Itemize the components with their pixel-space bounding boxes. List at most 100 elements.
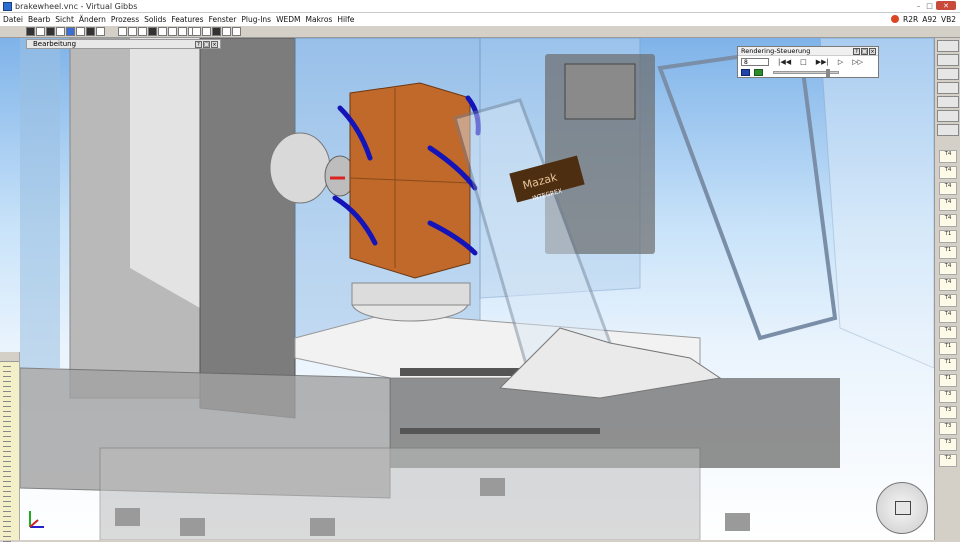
menu-wedm[interactable]: WEDM	[276, 15, 300, 24]
tool-palette-item[interactable]: T4	[939, 182, 957, 195]
3d-viewport[interactable]: Mazak INTEGREX	[0, 38, 934, 540]
palette-icon-3[interactable]	[937, 68, 959, 80]
ruler-tick	[3, 396, 11, 397]
palette-icon-1[interactable]	[937, 40, 959, 52]
render-panel-help-icon[interactable]: ?	[853, 48, 860, 55]
palette-icon-7[interactable]	[937, 124, 959, 136]
maximize-icon[interactable]: □	[925, 1, 934, 10]
tool-palette-item[interactable]: T1	[939, 230, 957, 243]
bearbeitung-restore-icon[interactable]: □	[203, 40, 210, 48]
play-button[interactable]: ▷	[838, 58, 843, 66]
view-top-icon[interactable]	[76, 27, 85, 36]
render-mode-icon[interactable]	[741, 69, 750, 76]
foot-2	[180, 518, 205, 536]
sim-settings-icon[interactable]	[232, 27, 241, 36]
menu-aendern[interactable]: Ändern	[79, 15, 106, 24]
window-controls: – □ ✕	[914, 1, 956, 10]
machine-scene: Mazak INTEGREX	[19, 38, 934, 540]
bearbeitung-bar[interactable]: Bearbeitung ? □ ×	[26, 39, 221, 49]
render-panel-title: Rendering-Steuerung	[741, 47, 811, 55]
tool-palette-item[interactable]: T3	[939, 390, 957, 403]
sim-step-icon[interactable]	[202, 27, 211, 36]
speed-slider[interactable]	[773, 69, 839, 77]
sim-play-icon[interactable]	[192, 27, 201, 36]
navigation-cube-icon[interactable]	[876, 482, 928, 534]
left-ruler-head	[0, 352, 19, 362]
tool-palette-item[interactable]: T1	[939, 374, 957, 387]
render-panel-restore-icon[interactable]: □	[861, 48, 868, 55]
nav-center-icon[interactable]	[895, 501, 911, 515]
foot-1	[115, 508, 140, 526]
left-enclosure-wall	[20, 38, 60, 368]
tool-palette-item[interactable]: T4	[939, 166, 957, 179]
tool-palette-item[interactable]: T4	[939, 262, 957, 275]
tool-palette-item[interactable]: T4	[939, 294, 957, 307]
menu-plugins[interactable]: Plug-Ins	[241, 15, 271, 24]
bearbeitung-help-icon[interactable]: ?	[195, 40, 202, 48]
record-icon[interactable]	[891, 15, 900, 23]
view-front-icon[interactable]	[86, 27, 95, 36]
view-iso-icon[interactable]	[66, 27, 75, 36]
palette-icon-2[interactable]	[937, 54, 959, 66]
tool-palette-item[interactable]: T4	[939, 214, 957, 227]
sim-stop-icon[interactable]	[212, 27, 221, 36]
tool-palette-item[interactable]: T1	[939, 358, 957, 371]
tool-palette-item[interactable]: T3	[939, 406, 957, 419]
tool-palette-item[interactable]: T3	[939, 422, 957, 435]
tool-palette-item[interactable]: T4	[939, 150, 957, 163]
view-shaded-icon[interactable]	[46, 27, 55, 36]
menu-fenster[interactable]: Fenster	[209, 15, 237, 24]
status-label-2: A92	[922, 14, 937, 24]
menu-sicht[interactable]: Sicht	[55, 15, 74, 24]
ruler-tick	[3, 401, 11, 402]
tool-palette-item[interactable]: T4	[939, 326, 957, 339]
skip-end-button[interactable]: ▶▶|	[816, 58, 829, 66]
palette-icon-4[interactable]	[937, 82, 959, 94]
right-door-frame	[657, 45, 838, 341]
main-toolbar	[0, 25, 960, 38]
title-bar: brakewheel.vnc - Virtual Gibbs – □ ✕	[0, 0, 960, 13]
menu-makros[interactable]: Makros	[306, 15, 333, 24]
minimize-icon[interactable]: –	[914, 1, 923, 10]
tool-rotate-icon[interactable]	[138, 27, 147, 36]
menu-features[interactable]: Features	[171, 15, 203, 24]
tool-measure-icon[interactable]	[178, 27, 187, 36]
view-wire-icon[interactable]	[36, 27, 45, 36]
tool-pan-icon[interactable]	[158, 27, 167, 36]
render-color-icon[interactable]	[754, 69, 763, 76]
render-panel-close-icon[interactable]: ×	[869, 48, 876, 55]
menu-bearb[interactable]: Bearb	[28, 15, 50, 24]
menu-datei[interactable]: Datei	[3, 15, 23, 24]
tool-select-icon[interactable]	[118, 27, 127, 36]
view-hidden-icon[interactable]	[56, 27, 65, 36]
tool-palette-item[interactable]: T2	[939, 454, 957, 467]
view-solid-icon[interactable]	[26, 27, 35, 36]
tool-zoom-icon[interactable]	[148, 27, 157, 36]
tool-palette-item[interactable]: T3	[939, 438, 957, 451]
tool-move-icon[interactable]	[128, 27, 137, 36]
tool-palette-item[interactable]: T1	[939, 246, 957, 259]
palette-icon-5[interactable]	[937, 96, 959, 108]
rotary-base	[351, 282, 471, 306]
menu-hilfe[interactable]: Hilfe	[337, 15, 354, 24]
frame-field[interactable]: 8	[741, 58, 769, 66]
palette-icon-6[interactable]	[937, 110, 959, 122]
stop-button[interactable]: □	[800, 58, 807, 66]
ruler-tick	[3, 431, 11, 432]
ruler-tick	[3, 516, 11, 517]
tool-palette-item[interactable]: T4	[939, 198, 957, 211]
tool-fit-icon[interactable]	[168, 27, 177, 36]
tool-palette-item[interactable]: T1	[939, 342, 957, 355]
sim-reset-icon[interactable]	[222, 27, 231, 36]
menu-prozess[interactable]: Prozess	[111, 15, 139, 24]
tool-palette-item[interactable]: T4	[939, 310, 957, 323]
fast-forward-button[interactable]: ▷▷	[852, 58, 863, 66]
bearbeitung-close-icon[interactable]: ×	[211, 40, 218, 48]
close-icon[interactable]: ✕	[936, 1, 956, 10]
menu-solids[interactable]: Solids	[144, 15, 166, 24]
tool-palette-item[interactable]: T4	[939, 278, 957, 291]
ruler-tick	[3, 476, 11, 477]
rewind-button[interactable]: |◀◀	[778, 58, 791, 66]
speed-slider-thumb[interactable]	[826, 69, 830, 77]
view-side-icon[interactable]	[96, 27, 105, 36]
